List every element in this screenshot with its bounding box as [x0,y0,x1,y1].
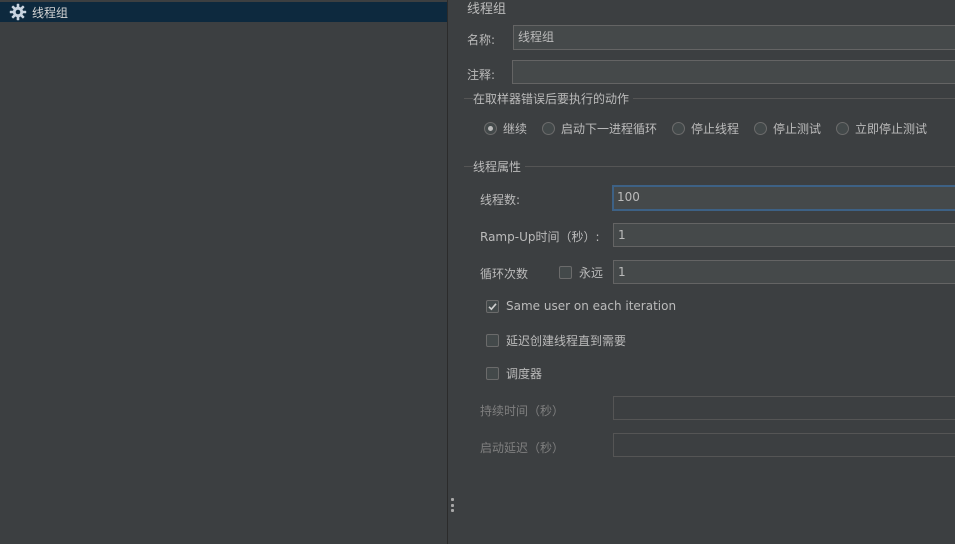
thread-props-group-title: 线程属性 [473,158,526,175]
same-user-checkbox[interactable]: Same user on each iteration [486,299,676,313]
threads-field[interactable]: 100 [612,185,955,211]
thread-group-form: 线程组 名称: 线程组 注释: 在取样器错误后要执行的动作 继续 启动下一进程循… [456,0,955,544]
delay-create-checkbox[interactable]: 延迟创建线程直到需要 [486,332,626,349]
checkmark-icon [488,302,497,310]
scheduler-label: 调度器 [506,367,543,381]
duration-field[interactable] [613,396,955,420]
radio-label: 启动下一进程循环 [561,122,658,136]
loop-count-field[interactable]: 1 [613,260,955,284]
radio-button[interactable] [542,122,555,135]
rampup-label: Ramp-Up时间（秒）: [480,230,600,244]
delay-create-label: 延迟创建线程直到需要 [506,334,627,348]
error-action-group-title: 在取样器错误后要执行的动作 [473,90,634,107]
scheduler-checkbox[interactable]: 调度器 [486,365,542,382]
page-title: 线程组 [467,2,507,17]
radio-label: 停止线程 [691,122,740,136]
duration-label: 持续时间（秒） [480,404,565,418]
comment-label: 注释: [467,68,496,82]
threads-label: 线程数: [480,193,521,207]
tree-item-thread-group[interactable]: 线程组 [0,2,447,22]
radio-label: 立即停止测试 [855,122,928,136]
radio-start-next-loop[interactable]: 启动下一进程循环 [542,120,657,137]
radio-stop-thread[interactable]: 停止线程 [672,120,739,137]
checkbox-box[interactable] [486,367,499,380]
radio-button[interactable] [754,122,767,135]
radio-label: 停止测试 [773,122,822,136]
checkbox-box[interactable] [559,266,572,279]
radio-continue[interactable]: 继续 [484,120,527,137]
radio-stop-test-now[interactable]: 立即停止测试 [836,120,927,137]
radio-stop-test[interactable]: 停止测试 [754,120,821,137]
startup-delay-field[interactable] [613,433,955,457]
same-user-label: Same user on each iteration [506,299,677,313]
splitter-grip-icon[interactable] [451,498,454,512]
radio-button[interactable] [672,122,685,135]
panel-splitter[interactable] [447,0,456,544]
loop-count-label: 循环次数 [480,267,529,281]
gear-icon [9,3,27,21]
thread-props-group-border [464,166,955,167]
name-label: 名称: [467,33,496,47]
rampup-field[interactable]: 1 [613,223,955,247]
radio-button[interactable] [484,122,497,135]
checkbox-box[interactable] [486,299,499,313]
radio-label: 继续 [503,122,528,136]
tree-item-label: 线程组 [32,5,69,20]
startup-delay-label: 启动延迟（秒） [480,441,565,455]
jmeter-window: 线程组 线程组 名称: 线程组 注释: 在取样器错误后要执行的动作 继续 启动下… [0,0,955,544]
forever-checkbox[interactable]: 永远 [559,264,603,281]
name-field[interactable]: 线程组 [513,25,955,50]
comment-field[interactable] [512,60,955,84]
checkbox-box[interactable] [486,334,499,347]
test-plan-tree: 线程组 [0,0,447,544]
forever-label: 永远 [579,266,604,280]
radio-button[interactable] [836,122,849,135]
